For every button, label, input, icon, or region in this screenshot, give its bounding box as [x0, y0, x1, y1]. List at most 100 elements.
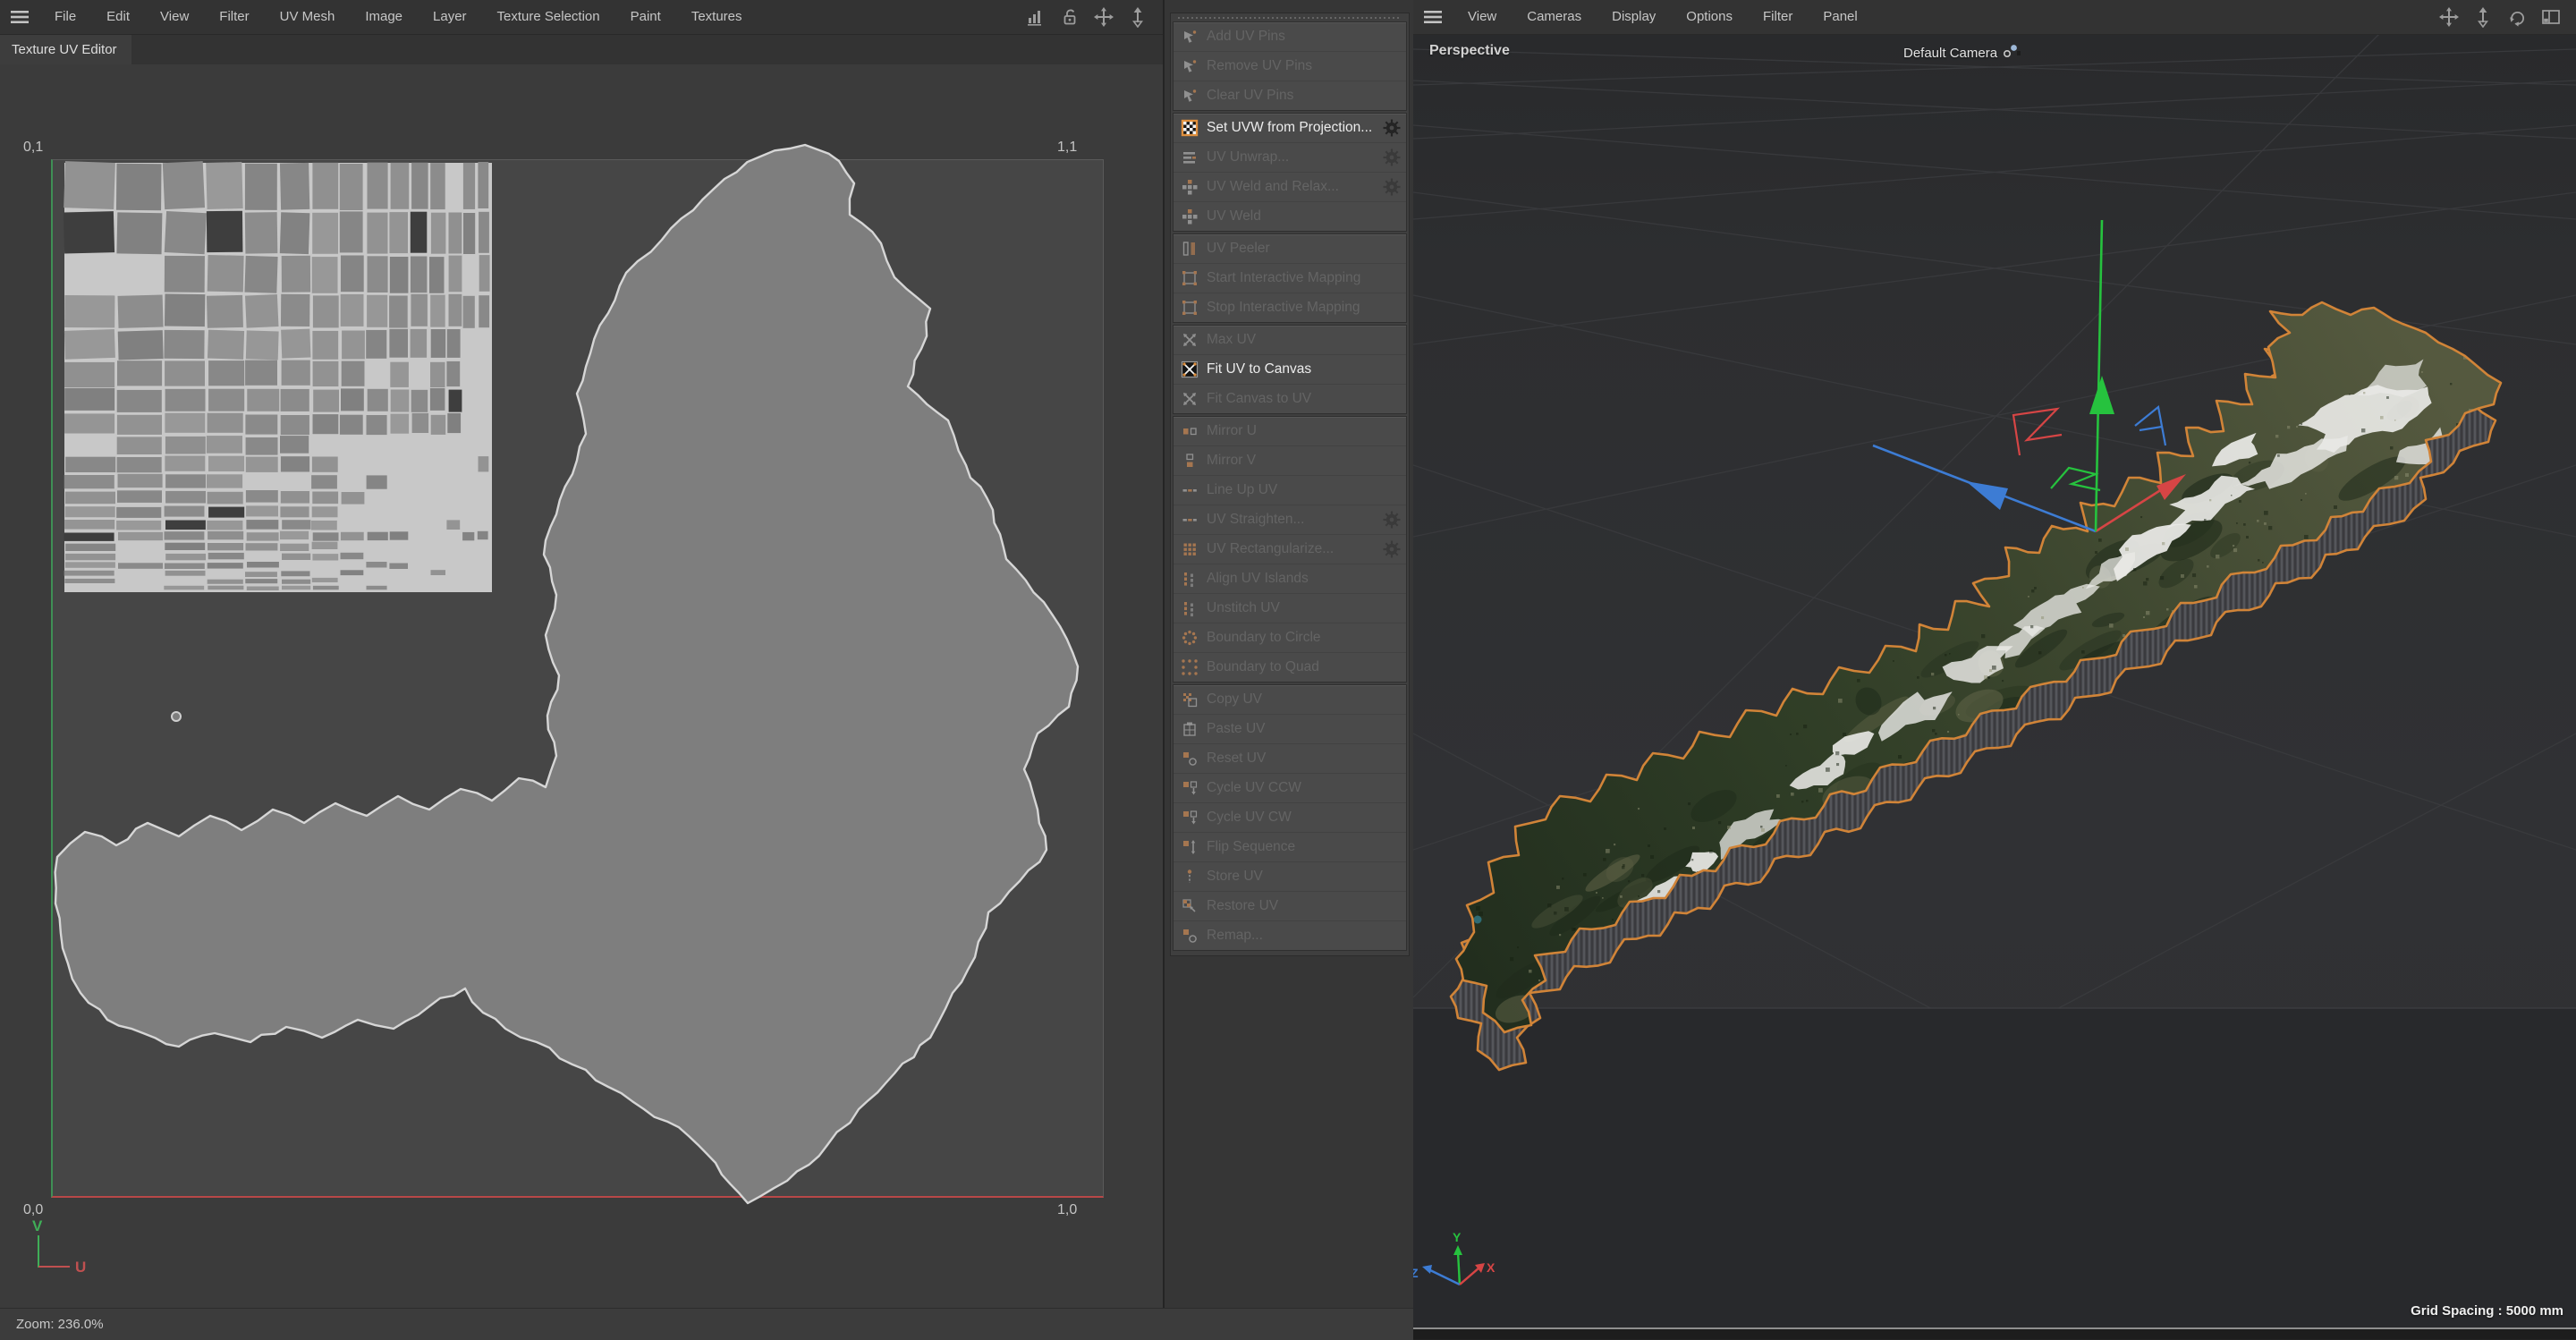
command-uv-weld-and-relax[interactable]: UV Weld and Relax... — [1174, 173, 1406, 202]
command-add-uv-pins[interactable]: Add UV Pins — [1174, 22, 1406, 52]
gear-options-icon[interactable] — [1383, 540, 1401, 558]
command-fit-uv-to-canvas[interactable]: Fit UV to Canvas — [1174, 355, 1406, 385]
command-store-uv[interactable]: Store UV — [1174, 862, 1406, 892]
weld-icon — [1180, 208, 1199, 225]
command-label: UV Peeler — [1207, 241, 1406, 257]
command-cycle-uv-ccw[interactable]: Cycle UV CCW — [1174, 774, 1406, 803]
uv-menu-item-texture-selection[interactable]: Texture Selection — [482, 0, 615, 34]
command-start-interactive-mapping[interactable]: Start Interactive Mapping — [1174, 264, 1406, 293]
uv-menu-item-uv-mesh[interactable]: UV Mesh — [265, 0, 351, 34]
lock-icon[interactable] — [1059, 6, 1080, 28]
viewport-menu-item-view[interactable]: View — [1453, 0, 1512, 34]
rotate-icon[interactable] — [2506, 6, 2528, 28]
command-label: Boundary to Circle — [1207, 630, 1406, 646]
command-remove-uv-pins[interactable]: Remove UV Pins — [1174, 52, 1406, 81]
command-boundary-to-circle[interactable]: Boundary to Circle — [1174, 623, 1406, 653]
pin-icon — [1180, 87, 1199, 105]
command-label: Mirror V — [1207, 453, 1406, 469]
command-unstitch-uv[interactable]: Unstitch UV — [1174, 594, 1406, 623]
gear-options-icon[interactable] — [1383, 511, 1401, 529]
gear-options-icon[interactable] — [1383, 148, 1401, 166]
tab-texture-uv-editor[interactable]: Texture UV Editor — [0, 35, 131, 64]
command-label: Fit UV to Canvas — [1207, 361, 1406, 377]
viewport-3d-scene: Y Z X — [1413, 34, 2576, 1327]
menu-hamburger-icon[interactable] — [1413, 8, 1453, 26]
command-label: Unstitch UV — [1207, 600, 1406, 616]
zoom-level: Zoom: 236.0% — [0, 1317, 104, 1332]
command-mirror-v[interactable]: Mirror V — [1174, 446, 1406, 476]
command-reset-uv[interactable]: Reset UV — [1174, 744, 1406, 774]
command-uv-unwrap[interactable]: UV Unwrap... — [1174, 143, 1406, 173]
v-axis-line — [38, 1235, 70, 1267]
command-uv-peeler[interactable]: UV Peeler — [1174, 234, 1406, 264]
command-label: Store UV — [1207, 869, 1406, 885]
gear-options-icon[interactable] — [1383, 119, 1401, 137]
viewport-view-label[interactable]: Perspective — [1429, 43, 1510, 59]
dolly-icon[interactable] — [2472, 6, 2494, 28]
command-line-up-uv[interactable]: Line Up UV — [1174, 476, 1406, 505]
pan-icon[interactable] — [2438, 6, 2460, 28]
command-uv-straighten[interactable]: UV Straighten... — [1174, 505, 1406, 535]
command-align-uv-islands[interactable]: Align UV Islands — [1174, 564, 1406, 594]
command-label: Stop Interactive Mapping — [1207, 300, 1406, 316]
uv-menu-item-file[interactable]: File — [39, 0, 91, 34]
dolly-icon[interactable] — [1127, 6, 1148, 28]
command-label: UV Weld and Relax... — [1207, 179, 1383, 195]
uv-menu-item-filter[interactable]: Filter — [204, 0, 264, 34]
layout-icon[interactable] — [2540, 6, 2562, 28]
viewport-menu-item-options[interactable]: Options — [1671, 0, 1748, 34]
command-group: Max UV Fit UV to Canvas Fit Canvas to UV — [1173, 325, 1407, 414]
align-icon — [1180, 570, 1199, 588]
command-clear-uv-pins[interactable]: Clear UV Pins — [1174, 81, 1406, 110]
command-paste-uv[interactable]: Paste UV — [1174, 715, 1406, 744]
uv-menu-item-paint[interactable]: Paint — [615, 0, 676, 34]
command-fit-canvas-to-uv[interactable]: Fit Canvas to UV — [1174, 385, 1406, 413]
interactive-icon — [1180, 299, 1199, 317]
menu-hamburger-icon[interactable] — [0, 8, 39, 26]
perspective-viewport[interactable]: Y Z X Perspective Default Camera Grid Sp… — [1413, 34, 2576, 1327]
bar-chart-icon[interactable] — [1025, 6, 1046, 28]
command-set-uvw-from-projection[interactable]: Set UVW from Projection... — [1174, 114, 1406, 143]
interactive-icon — [1180, 269, 1199, 287]
command-label: UV Weld — [1207, 208, 1406, 225]
camera-toggle-icon[interactable] — [2002, 43, 2021, 63]
gear-options-icon[interactable] — [1383, 178, 1401, 196]
uv-menu-item-image[interactable]: Image — [350, 0, 418, 34]
uv-menu-item-textures[interactable]: Textures — [676, 0, 758, 34]
uv-menu-item-layer[interactable]: Layer — [418, 0, 482, 34]
viewport-menu-item-cameras[interactable]: Cameras — [1512, 0, 1597, 34]
viewport-pane: ViewCamerasDisplayOptionsFilterPanel Y Z… — [1413, 0, 2576, 1339]
command-uv-weld[interactable]: UV Weld — [1174, 202, 1406, 231]
pan-icon[interactable] — [1093, 6, 1114, 28]
viewport-menu-item-display[interactable]: Display — [1597, 0, 1671, 34]
uv-menubar: FileEditViewFilterUV MeshImageLayerTextu… — [0, 0, 1163, 35]
unwrap-icon — [1180, 148, 1199, 166]
command-label: UV Straighten... — [1207, 512, 1383, 528]
copy-icon — [1180, 691, 1199, 708]
command-mirror-u[interactable]: Mirror U — [1174, 417, 1406, 446]
command-copy-uv[interactable]: Copy UV — [1174, 685, 1406, 715]
command-label: Fit Canvas to UV — [1207, 391, 1406, 407]
viewport-menu-item-panel[interactable]: Panel — [1808, 0, 1872, 34]
uv-menu-item-view[interactable]: View — [145, 0, 204, 34]
uv-content-graphic — [0, 64, 1163, 1308]
application-window: FileEditViewFilterUV MeshImageLayerTextu… — [0, 0, 2576, 1339]
command-boundary-to-quad[interactable]: Boundary to Quad — [1174, 653, 1406, 682]
command-cycle-uv-cw[interactable]: Cycle UV CW — [1174, 803, 1406, 833]
panel-drag-handle[interactable] — [1178, 17, 1402, 19]
command-group: Add UV PinsRemove UV PinsClear UV Pins — [1173, 21, 1407, 111]
command-remap[interactable]: Remap... — [1174, 921, 1406, 950]
command-uv-rectangularize[interactable]: UV Rectangularize... — [1174, 535, 1406, 564]
command-stop-interactive-mapping[interactable]: Stop Interactive Mapping — [1174, 293, 1406, 322]
viewport-menu-item-filter[interactable]: Filter — [1748, 0, 1808, 34]
command-flip-sequence[interactable]: Flip Sequence — [1174, 833, 1406, 862]
uv-coord-top-right: 1,1 — [1057, 140, 1077, 156]
command-label: Boundary to Quad — [1207, 659, 1406, 675]
uv-tab-row: Texture UV Editor — [0, 35, 1163, 64]
status-bar: Zoom: 236.0% — [0, 1308, 1413, 1340]
uv-menu-item-edit[interactable]: Edit — [91, 0, 145, 34]
command-max-uv[interactable]: Max UV — [1174, 326, 1406, 355]
viewport-camera-label[interactable]: Default Camera — [1903, 43, 2021, 63]
uv-editor-area[interactable]: 0,1 1,1 0,0 1,0 V U — [0, 64, 1163, 1308]
command-restore-uv[interactable]: Restore UV — [1174, 892, 1406, 921]
